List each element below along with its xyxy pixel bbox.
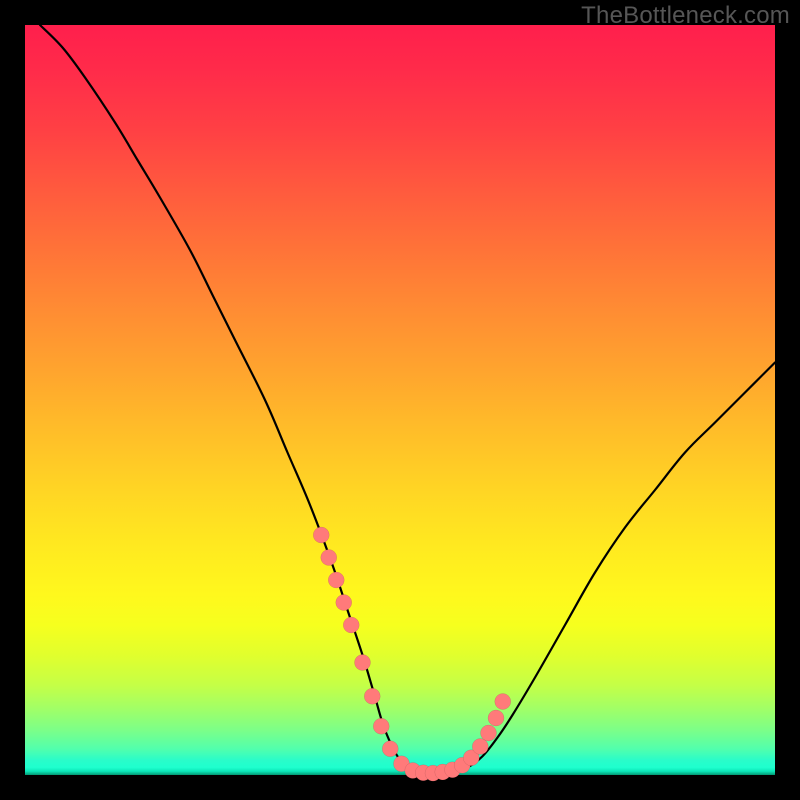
data-marker: [373, 718, 389, 734]
data-marker: [313, 527, 329, 543]
chart-svg: [25, 25, 775, 775]
marker-group: [313, 527, 511, 781]
data-marker: [495, 694, 511, 710]
data-marker: [382, 741, 398, 757]
data-marker: [355, 655, 371, 671]
data-marker: [343, 617, 359, 633]
plot-area: [25, 25, 775, 775]
data-marker: [336, 595, 352, 611]
chart-frame: TheBottleneck.com: [0, 0, 800, 800]
data-marker: [321, 550, 337, 566]
data-marker: [328, 572, 344, 588]
data-marker: [472, 739, 488, 755]
data-marker: [488, 710, 504, 726]
bottleneck-curve: [40, 25, 775, 774]
data-marker: [481, 725, 497, 741]
data-marker: [364, 688, 380, 704]
